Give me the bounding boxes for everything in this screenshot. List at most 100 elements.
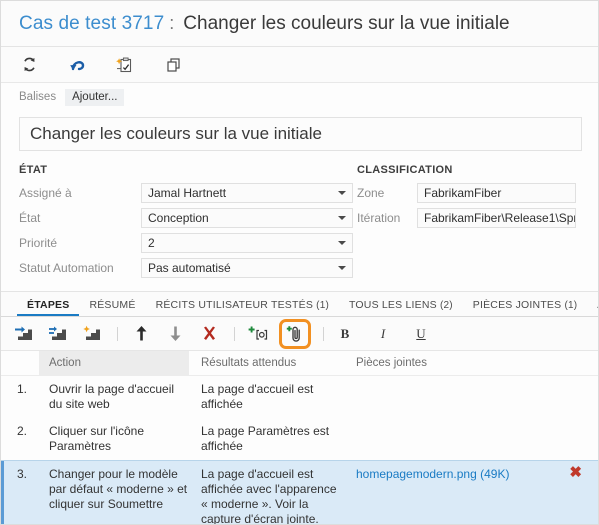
test-case-work-item-form: Cas de test 3717 : Changer les couleurs …: [0, 0, 599, 525]
classification-group: CLASSIFICATION Zone FabrikamFiber Itérat…: [353, 164, 598, 283]
insert-shared-steps-icon[interactable]: [45, 322, 71, 346]
steps-grid: Action Résultats attendus Pièces jointes…: [1, 351, 598, 524]
attachment-size: (49K): [480, 467, 510, 481]
steps-grid-header: Action Résultats attendus Pièces jointes: [1, 351, 598, 376]
iteration-input[interactable]: FabrikamFiber\Release1\Spri...: [417, 208, 576, 228]
tab-all-links-label: TOUS LES LIENS: [349, 299, 437, 311]
attachment-link[interactable]: homepagemodern.png: [356, 467, 477, 481]
tags-label: Balises: [19, 91, 57, 103]
step-expected-result[interactable]: La page Paramètres est affichée: [189, 424, 344, 454]
area-label: Zone: [357, 186, 385, 200]
add-tag-button[interactable]: Ajouter...: [65, 88, 125, 106]
step-number: 3.: [16, 467, 27, 481]
column-header-action[interactable]: Action: [39, 351, 189, 375]
bold-button[interactable]: B: [334, 323, 356, 345]
command-toolbar: [1, 47, 598, 83]
step-expected-result[interactable]: La page d'accueil est affichée avec l'ap…: [189, 467, 344, 524]
add-attachment-icon[interactable]: [279, 318, 311, 349]
tab-all-links[interactable]: TOUS LES LIENS (2): [339, 299, 463, 316]
remove-attachment-icon[interactable]: ✖: [569, 465, 582, 480]
new-linked-workitem-icon[interactable]: [109, 51, 141, 79]
field-row-iteration: Itération FabrikamFiber\Release1\Spri...: [357, 208, 598, 228]
tab-steps-label: ÉTAPES: [27, 299, 70, 311]
fields-area: ÉTAT Assigné à Jamal Hartnett État Conce…: [1, 161, 598, 291]
assigned-to-value: Jamal Hartnett: [148, 186, 227, 200]
field-row-priority: Priorité 2: [19, 233, 353, 253]
insert-parameter-icon[interactable]: [245, 322, 271, 346]
automation-status-dropdown[interactable]: Pas automatisé: [141, 258, 353, 278]
tab-summary-label: RÉSUMÉ: [89, 299, 136, 311]
automation-status-value: Pas automatisé: [148, 261, 231, 275]
underline-button[interactable]: U: [410, 323, 432, 345]
state-group: ÉTAT Assigné à Jamal Hartnett État Conce…: [1, 164, 353, 283]
step-attachments[interactable]: [344, 382, 598, 412]
column-header-attachments[interactable]: Pièces jointes: [344, 357, 598, 369]
tab-summary[interactable]: RÉSUMÉ: [79, 299, 145, 316]
tab-associated-automation[interactable]: AUTOMATION ASSOC...: [587, 299, 598, 316]
state-dropdown[interactable]: Conception: [141, 208, 353, 228]
priority-label: Priorité: [19, 236, 58, 250]
page-title: Changer les couleurs sur la vue initiale: [183, 12, 510, 34]
field-row-area: Zone FabrikamFiber: [357, 183, 598, 203]
chevron-down-icon: [338, 241, 346, 245]
create-shared-steps-icon[interactable]: [79, 322, 105, 346]
chevron-down-icon: [338, 191, 346, 195]
work-item-id-link[interactable]: Cas de test 3717: [19, 13, 164, 35]
delete-step-icon[interactable]: [196, 322, 222, 346]
state-group-heading: ÉTAT: [19, 164, 48, 176]
chevron-down-icon: [338, 216, 346, 220]
title-input[interactable]: Changer les couleurs sur la vue initiale: [19, 117, 582, 151]
undo-icon[interactable]: [61, 51, 93, 79]
title-field-wrapper: Changer les couleurs sur la vue initiale: [1, 111, 598, 161]
field-row-assigned-to: Assigné à Jamal Hartnett: [19, 183, 353, 203]
step-action[interactable]: Cliquer sur l'icône Paramètres: [39, 424, 189, 454]
tab-tested-user-stories-count: (1): [316, 300, 329, 311]
toolbar-divider: [323, 326, 324, 341]
refresh-icon[interactable]: [13, 51, 45, 79]
field-row-automation-status: Statut Automation Pas automatisé: [19, 258, 353, 278]
classification-group-heading: CLASSIFICATION: [357, 164, 453, 176]
table-row[interactable]: 3. Changer pour le modèle par défaut « m…: [1, 460, 598, 524]
column-header-expected-results[interactable]: Résultats attendus: [189, 357, 344, 369]
area-input[interactable]: FabrikamFiber: [417, 183, 576, 203]
tab-all-links-count: (2): [439, 300, 453, 311]
tab-steps[interactable]: ÉTAPES: [17, 299, 80, 316]
step-attachments: homepagemodern.png (49K) ✖: [344, 465, 598, 524]
automation-status-label: Statut Automation: [19, 261, 114, 275]
italic-button[interactable]: I: [372, 323, 394, 345]
work-item-header: Cas de test 3717 : Changer les couleurs …: [1, 1, 598, 47]
step-number: 2.: [16, 424, 27, 438]
priority-dropdown[interactable]: 2: [141, 233, 353, 253]
toolbar-divider: [117, 326, 118, 341]
step-action[interactable]: Changer pour le modèle par défaut « mode…: [39, 467, 189, 524]
field-row-state: État Conception: [19, 208, 353, 228]
tab-attachments[interactable]: PIÈCES JOINTES (1): [463, 299, 588, 316]
chevron-down-icon: [338, 266, 346, 270]
move-up-icon[interactable]: [128, 322, 154, 346]
title-separator: :: [169, 13, 175, 33]
state-value: Conception: [148, 211, 209, 225]
steps-toolbar: B I U: [1, 317, 598, 351]
tab-tested-user-stories[interactable]: RÉCITS UTILISATEUR TESTÉS (1): [146, 299, 339, 316]
state-label: État: [19, 211, 41, 225]
tags-row: Balises Ajouter...: [1, 83, 598, 111]
step-expected-result[interactable]: La page d'accueil est affichée: [189, 382, 344, 412]
tab-attachments-count: (1): [564, 300, 578, 311]
table-row[interactable]: 2. Cliquer sur l'icône Paramètres La pag…: [1, 418, 598, 460]
work-item-tabs: ÉTAPES RÉSUMÉ RÉCITS UTILISATEUR TESTÉS …: [1, 291, 598, 317]
tab-tested-user-stories-label: RÉCITS UTILISATEUR TESTÉS: [155, 299, 314, 311]
step-action[interactable]: Ouvrir la page d'accueil du site web: [39, 382, 189, 412]
iteration-label: Itération: [357, 211, 401, 225]
assigned-to-dropdown[interactable]: Jamal Hartnett: [141, 183, 353, 203]
tab-attachments-label: PIÈCES JOINTES: [472, 299, 562, 311]
move-down-icon[interactable]: [162, 322, 188, 346]
assigned-to-label: Assigné à: [19, 186, 72, 200]
copy-icon[interactable]: [157, 51, 189, 79]
step-attachments[interactable]: [344, 424, 598, 454]
priority-value: 2: [148, 236, 155, 250]
table-row[interactable]: 1. Ouvrir la page d'accueil du site web …: [1, 376, 598, 418]
step-number: 1.: [16, 382, 27, 396]
tab-associated-automation-label: AUTOMATION ASSOC...: [597, 299, 598, 311]
insert-step-icon[interactable]: [11, 322, 37, 346]
toolbar-divider: [234, 326, 235, 341]
